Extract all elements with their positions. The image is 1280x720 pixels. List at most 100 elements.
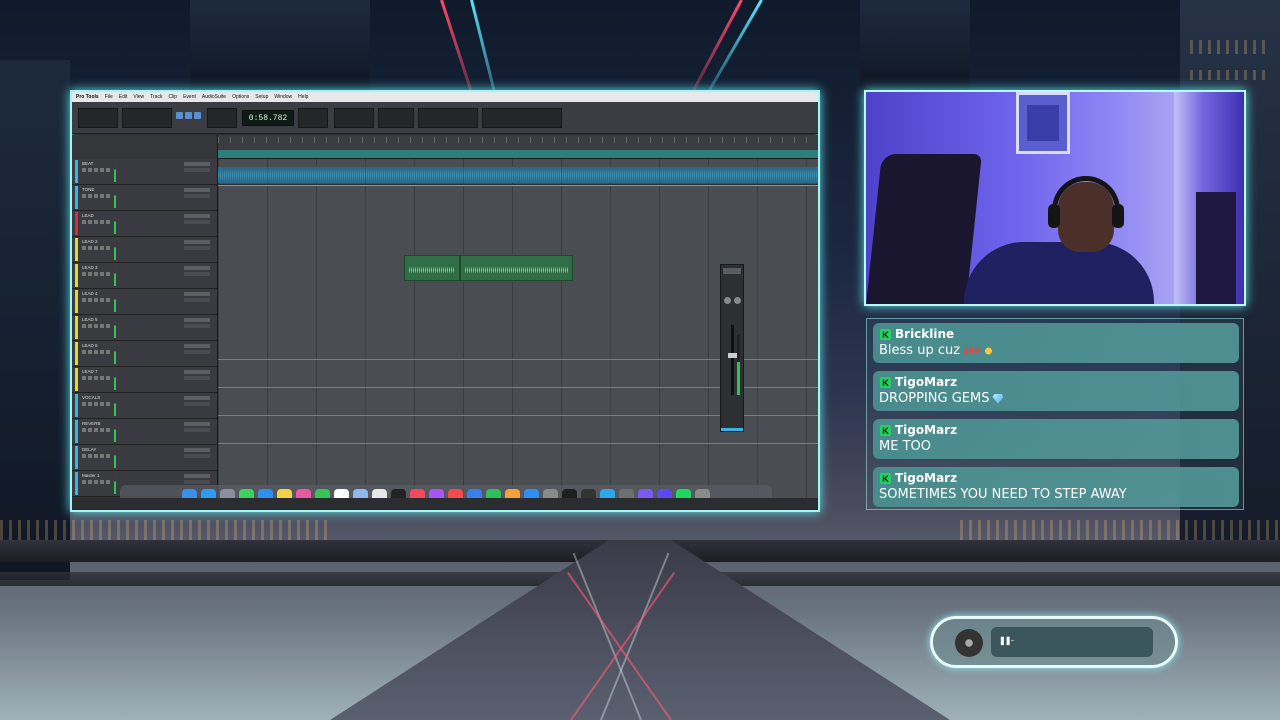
insert-slot[interactable] — [184, 448, 210, 452]
timeline-ruler[interactable] — [218, 135, 818, 159]
track-name[interactable]: VOCALS — [82, 395, 100, 400]
pan-knob-icon[interactable] — [724, 297, 731, 304]
insert-slot[interactable] — [184, 422, 210, 426]
track-header[interactable]: REVERB — [72, 419, 217, 445]
menu-view[interactable]: View — [133, 94, 144, 100]
insert-slot[interactable] — [184, 188, 210, 192]
protools-window[interactable]: Pro Tools File Edit View Track Clip Even… — [70, 90, 820, 512]
insert-slot[interactable] — [184, 474, 210, 478]
send-slot[interactable] — [184, 324, 210, 328]
send-slot[interactable] — [184, 298, 210, 302]
beat-audio-clip[interactable] — [218, 167, 818, 183]
track-header[interactable]: LEAD 5 — [72, 315, 217, 341]
insert-slot[interactable] — [184, 344, 210, 348]
grabber-tool-icon[interactable] — [194, 112, 201, 119]
track-mute-solo-buttons[interactable] — [82, 480, 112, 484]
send-slot[interactable] — [184, 376, 210, 380]
selector-tool-icon[interactable] — [185, 112, 192, 119]
track-header[interactable]: DELAY — [72, 445, 217, 471]
floating-mixer-strip[interactable] — [720, 264, 744, 432]
zoom-buttons[interactable] — [122, 108, 172, 128]
track-name[interactable]: LEAD 7 — [82, 369, 98, 374]
send-slot[interactable] — [184, 402, 210, 406]
pan-knob-icon[interactable] — [734, 297, 741, 304]
track-mute-solo-buttons[interactable] — [82, 168, 112, 172]
track-mute-solo-buttons[interactable] — [82, 454, 112, 458]
track-mute-solo-buttons[interactable] — [82, 376, 112, 380]
track-name[interactable]: TONE — [82, 187, 94, 192]
send-slot[interactable] — [184, 350, 210, 354]
main-counter[interactable]: 0:58.782 — [242, 110, 294, 126]
track-header[interactable]: LEAD 6 — [72, 341, 217, 367]
send-slot[interactable] — [184, 428, 210, 432]
edit-mode-buttons[interactable] — [78, 108, 118, 128]
menu-edit[interactable]: Edit — [119, 94, 128, 100]
menu-help[interactable]: Help — [298, 94, 308, 100]
insert-slot[interactable] — [184, 292, 210, 296]
insert-slot[interactable] — [184, 318, 210, 322]
track-mute-solo-buttons[interactable] — [82, 194, 112, 198]
track-mute-solo-buttons[interactable] — [82, 220, 112, 224]
track-name[interactable]: LEAD 4 — [82, 291, 98, 296]
midi-controls[interactable] — [418, 108, 478, 128]
menu-track[interactable]: Track — [150, 94, 162, 100]
track-header[interactable]: BEAT — [72, 159, 217, 185]
track-name[interactable]: LEAD 6 — [82, 343, 98, 348]
track-name[interactable]: LEAD 2 — [82, 239, 98, 244]
track-mute-solo-buttons[interactable] — [82, 402, 112, 406]
track-name[interactable]: LEAD 5 — [82, 317, 98, 322]
marker-band[interactable] — [218, 150, 818, 158]
app-menu[interactable]: Pro Tools — [76, 94, 99, 100]
send-slot[interactable] — [184, 220, 210, 224]
track-color-bar — [75, 186, 78, 209]
track-name[interactable]: BEAT — [82, 161, 93, 166]
insert-slot[interactable] — [184, 214, 210, 218]
track-color-bar — [75, 212, 78, 235]
send-slot[interactable] — [184, 480, 210, 484]
volume-fader[interactable] — [731, 325, 734, 395]
track-header[interactable]: LEAD 7 — [72, 367, 217, 393]
track-header[interactable]: LEAD 4 — [72, 289, 217, 315]
beat-lane[interactable] — [218, 159, 818, 185]
track-mute-solo-buttons[interactable] — [82, 246, 112, 250]
trim-tool-icon[interactable] — [176, 112, 183, 119]
insert-slot[interactable] — [184, 240, 210, 244]
track-header[interactable]: LEAD 2 — [72, 237, 217, 263]
menu-clip[interactable]: Clip — [168, 94, 177, 100]
transport-controls[interactable] — [334, 108, 374, 128]
track-name[interactable]: REVERB — [82, 421, 101, 426]
insert-slot[interactable] — [184, 370, 210, 374]
send-slot[interactable] — [184, 454, 210, 458]
vocal-clip[interactable] — [404, 255, 460, 281]
track-header[interactable]: TONE — [72, 185, 217, 211]
nudge-grid-controls[interactable] — [482, 108, 562, 128]
track-header[interactable]: LEAD — [72, 211, 217, 237]
track-mute-solo-buttons[interactable] — [82, 324, 112, 328]
track-name[interactable]: DELAY — [82, 447, 96, 452]
send-slot[interactable] — [184, 168, 210, 172]
menu-file[interactable]: File — [105, 94, 113, 100]
track-mute-solo-buttons[interactable] — [82, 298, 112, 302]
send-slot[interactable] — [184, 194, 210, 198]
menu-options[interactable]: Options — [232, 94, 249, 100]
track-header[interactable]: VOCALS — [72, 393, 217, 419]
track-mute-solo-buttons[interactable] — [82, 428, 112, 432]
grid-controls[interactable] — [207, 108, 237, 128]
menu-window[interactable]: Window — [274, 94, 292, 100]
track-name[interactable]: LEAD — [82, 213, 94, 218]
send-slot[interactable] — [184, 272, 210, 276]
insert-slot[interactable] — [184, 266, 210, 270]
vocal-clip[interactable] — [460, 255, 573, 281]
track-name[interactable]: Master 1 — [82, 473, 100, 478]
insert-slot[interactable] — [184, 162, 210, 166]
menu-event[interactable]: Event — [183, 94, 196, 100]
menu-audiosuite[interactable]: AudioSuite — [202, 94, 226, 100]
menu-setup[interactable]: Setup — [255, 94, 268, 100]
track-mute-solo-buttons[interactable] — [82, 350, 112, 354]
track-header[interactable]: LEAD 3 — [72, 263, 217, 289]
pause-icon[interactable]: ❚❚ — [999, 636, 1011, 645]
track-name[interactable]: LEAD 3 — [82, 265, 98, 270]
track-mute-solo-buttons[interactable] — [82, 272, 112, 276]
send-slot[interactable] — [184, 246, 210, 250]
insert-slot[interactable] — [184, 396, 210, 400]
